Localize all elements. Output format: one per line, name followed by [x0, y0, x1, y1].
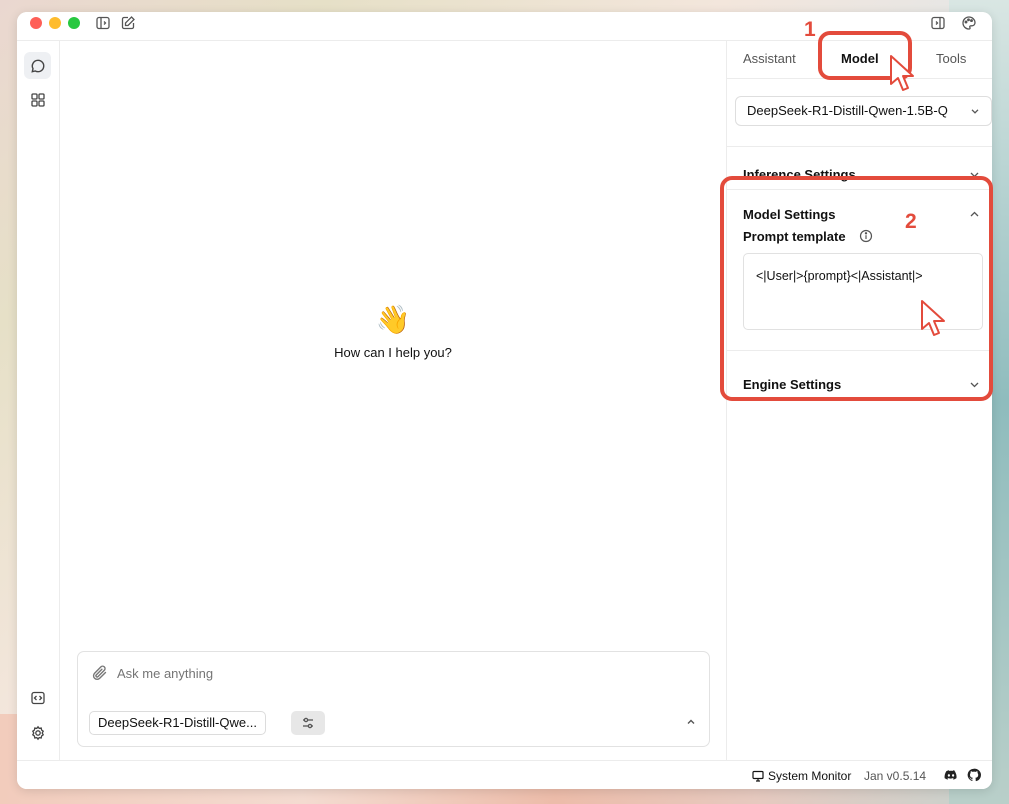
engine-settings-header[interactable]: Engine Settings	[743, 377, 841, 392]
inference-settings-header[interactable]: Inference Settings	[743, 167, 856, 182]
chevron-up-icon[interactable]	[969, 209, 980, 220]
new-chat-icon[interactable]	[120, 15, 136, 31]
tab-model[interactable]: Model	[841, 51, 879, 66]
cursor-pointer-icon	[918, 299, 950, 341]
chat-icon	[30, 58, 46, 74]
minimize-window-button[interactable]	[49, 17, 61, 29]
welcome-text: How can I help you?	[334, 345, 452, 360]
gear-icon	[30, 725, 46, 741]
titlebar	[17, 12, 992, 41]
waving-hand-emoji: 👋	[375, 303, 411, 336]
maximize-window-button[interactable]	[68, 17, 80, 29]
model-select[interactable]: DeepSeek-R1-Distill-Qwen-1.5B-Q	[735, 96, 992, 126]
nav-chat-button[interactable]	[24, 52, 51, 79]
palette-icon[interactable]	[961, 15, 977, 31]
model-settings-header[interactable]: Model Settings	[743, 207, 835, 222]
annotation-step-1: 1	[804, 18, 816, 41]
chevron-down-icon	[970, 106, 980, 116]
model-selector-chip[interactable]: DeepSeek-R1-Distill-Qwe...	[89, 711, 266, 735]
divider	[727, 146, 992, 147]
nav-local-api-button[interactable]	[24, 684, 51, 711]
chevron-up-icon[interactable]	[685, 716, 697, 728]
system-monitor-label: System Monitor	[768, 769, 852, 783]
status-bar: System Monitor Jan v0.5.14	[17, 760, 992, 789]
chevron-down-icon[interactable]	[969, 169, 980, 180]
app-version: Jan v0.5.14	[864, 769, 927, 783]
monitor-icon	[752, 770, 764, 782]
model-settings-button[interactable]	[291, 711, 325, 735]
panel-toggle-icon[interactable]	[930, 15, 946, 31]
right-panel: Assistant Model Tools DeepSeek-R1-Distil…	[726, 41, 992, 760]
divider	[727, 189, 992, 190]
close-window-button[interactable]	[30, 17, 42, 29]
left-sidebar	[17, 41, 60, 760]
github-icon[interactable]	[967, 768, 981, 782]
divider	[727, 350, 992, 351]
chat-composer: DeepSeek-R1-Distill-Qwe...	[77, 651, 710, 747]
sidebar-toggle-icon[interactable]	[95, 15, 111, 31]
nav-settings-button[interactable]	[24, 719, 51, 746]
tab-tools[interactable]: Tools	[936, 51, 966, 66]
chat-main: 👋 How can I help you? DeepSeek-R1-Distil…	[60, 41, 726, 760]
nav-hub-button[interactable]	[24, 86, 51, 113]
right-panel-tabs: Assistant Model Tools	[727, 41, 992, 79]
model-select-value: DeepSeek-R1-Distill-Qwen-1.5B-Q	[747, 103, 948, 118]
info-icon[interactable]	[859, 229, 873, 243]
code-icon	[30, 690, 46, 706]
app-window: 👋 How can I help you? DeepSeek-R1-Distil…	[17, 12, 992, 789]
welcome-block: 👋 How can I help you?	[60, 303, 726, 360]
discord-icon[interactable]	[944, 768, 958, 782]
cursor-pointer-icon	[887, 54, 919, 96]
tab-assistant[interactable]: Assistant	[743, 51, 796, 66]
grid-icon	[30, 92, 46, 108]
system-monitor-button[interactable]: System Monitor	[752, 769, 851, 783]
chat-input[interactable]	[117, 666, 617, 681]
sliders-icon	[301, 716, 315, 730]
chevron-down-icon[interactable]	[969, 379, 980, 390]
paperclip-icon[interactable]	[91, 664, 109, 682]
prompt-template-label: Prompt template	[743, 229, 846, 244]
annotation-step-2: 2	[905, 210, 917, 233]
